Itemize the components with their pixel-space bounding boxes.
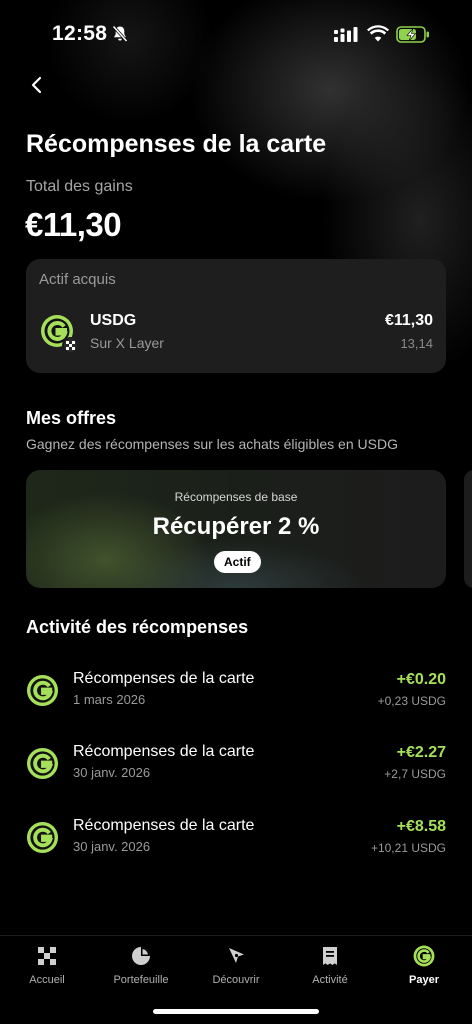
asset-card-title: Actif acquis — [39, 271, 116, 288]
receipt-icon — [323, 947, 337, 965]
status-time: 12:58 — [52, 22, 108, 45]
tab-portefeuille[interactable]: Portefeuille — [94, 936, 188, 996]
total-earnings-amount: €11,30 — [25, 206, 122, 243]
activity-title-text: Récompenses de la carte — [73, 817, 255, 834]
next-offer-card-peek[interactable] — [464, 470, 472, 588]
cellular-signal-icon — [334, 27, 358, 42]
tab-accueil[interactable]: Accueil — [0, 936, 94, 996]
activity-title: Activité des récompenses — [26, 617, 249, 637]
asset-name: USDG — [90, 312, 137, 329]
activity-row[interactable]: Récompenses de la carte 30 janv. 2026 +€… — [26, 741, 446, 791]
status-bar: 12:58 — [0, 0, 472, 60]
offer-headline: Récupérer 2 % — [152, 513, 320, 540]
pay-icon — [413, 945, 435, 967]
activity-amount: +€0.20 — [396, 671, 446, 688]
tab-label: Découvrir — [212, 974, 260, 986]
acquired-asset-card: Actif acquis USDG Sur X Layer €11,30 13,… — [26, 259, 446, 373]
tab-label: Accueil — [29, 974, 65, 986]
home-indicator — [153, 1009, 319, 1014]
usdg-logo-icon — [26, 821, 59, 854]
usdg-logo-icon — [26, 747, 59, 780]
base-rewards-offer-card[interactable]: Récompenses de base Récupérer 2 % Actif — [26, 470, 446, 588]
total-earnings-label: Total des gains — [26, 178, 133, 195]
asset-fiat-value: €11,30 — [384, 312, 433, 329]
activity-date: 1 mars 2026 — [73, 692, 146, 707]
wifi-icon — [367, 25, 389, 42]
activity-date: 30 janv. 2026 — [73, 839, 151, 854]
bell-muted-icon — [112, 25, 128, 43]
activity-quantity: +10,21 USDG — [370, 841, 446, 855]
tab-payer[interactable]: Payer — [377, 936, 471, 996]
activity-title-text: Récompenses de la carte — [73, 743, 255, 760]
activity-row[interactable]: Récompenses de la carte 1 mars 2026 +€0.… — [26, 668, 446, 718]
battery-charging-icon — [396, 26, 429, 43]
tab-activite[interactable]: Activité — [283, 936, 377, 996]
offer-label: Récompenses de base — [174, 490, 298, 504]
activity-quantity: +0,23 USDG — [377, 694, 446, 708]
x-layer-network-icon — [62, 337, 79, 354]
activity-title-text: Récompenses de la carte — [73, 670, 255, 687]
activity-quantity: +2,7 USDG — [384, 767, 446, 781]
compass-icon — [229, 948, 244, 963]
asset-quantity: 13,14 — [400, 336, 433, 351]
tab-label: Portefeuille — [113, 974, 169, 986]
activity-amount: +€2.27 — [396, 744, 446, 761]
offers-title: Mes offres — [26, 408, 117, 428]
pie-chart-icon — [132, 947, 150, 965]
back-button[interactable] — [22, 70, 50, 100]
tab-label: Payer — [409, 974, 439, 986]
asset-network: Sur X Layer — [90, 335, 164, 351]
activity-date: 30 janv. 2026 — [73, 765, 151, 780]
chevron-left-icon — [31, 76, 42, 94]
tab-decouvrir[interactable]: Découvrir — [189, 936, 283, 996]
activity-amount: +€8.58 — [396, 818, 446, 835]
offers-subtitle: Gagnez des récompenses sur les achats él… — [26, 436, 398, 452]
grid-icon — [38, 947, 56, 965]
activity-row[interactable]: Récompenses de la carte 30 janv. 2026 +€… — [26, 815, 446, 865]
page-title: Récompenses de la carte — [26, 130, 327, 158]
offer-status-badge: Actif — [214, 551, 261, 573]
tab-label: Activité — [312, 974, 348, 986]
usdg-logo-icon — [26, 674, 59, 707]
